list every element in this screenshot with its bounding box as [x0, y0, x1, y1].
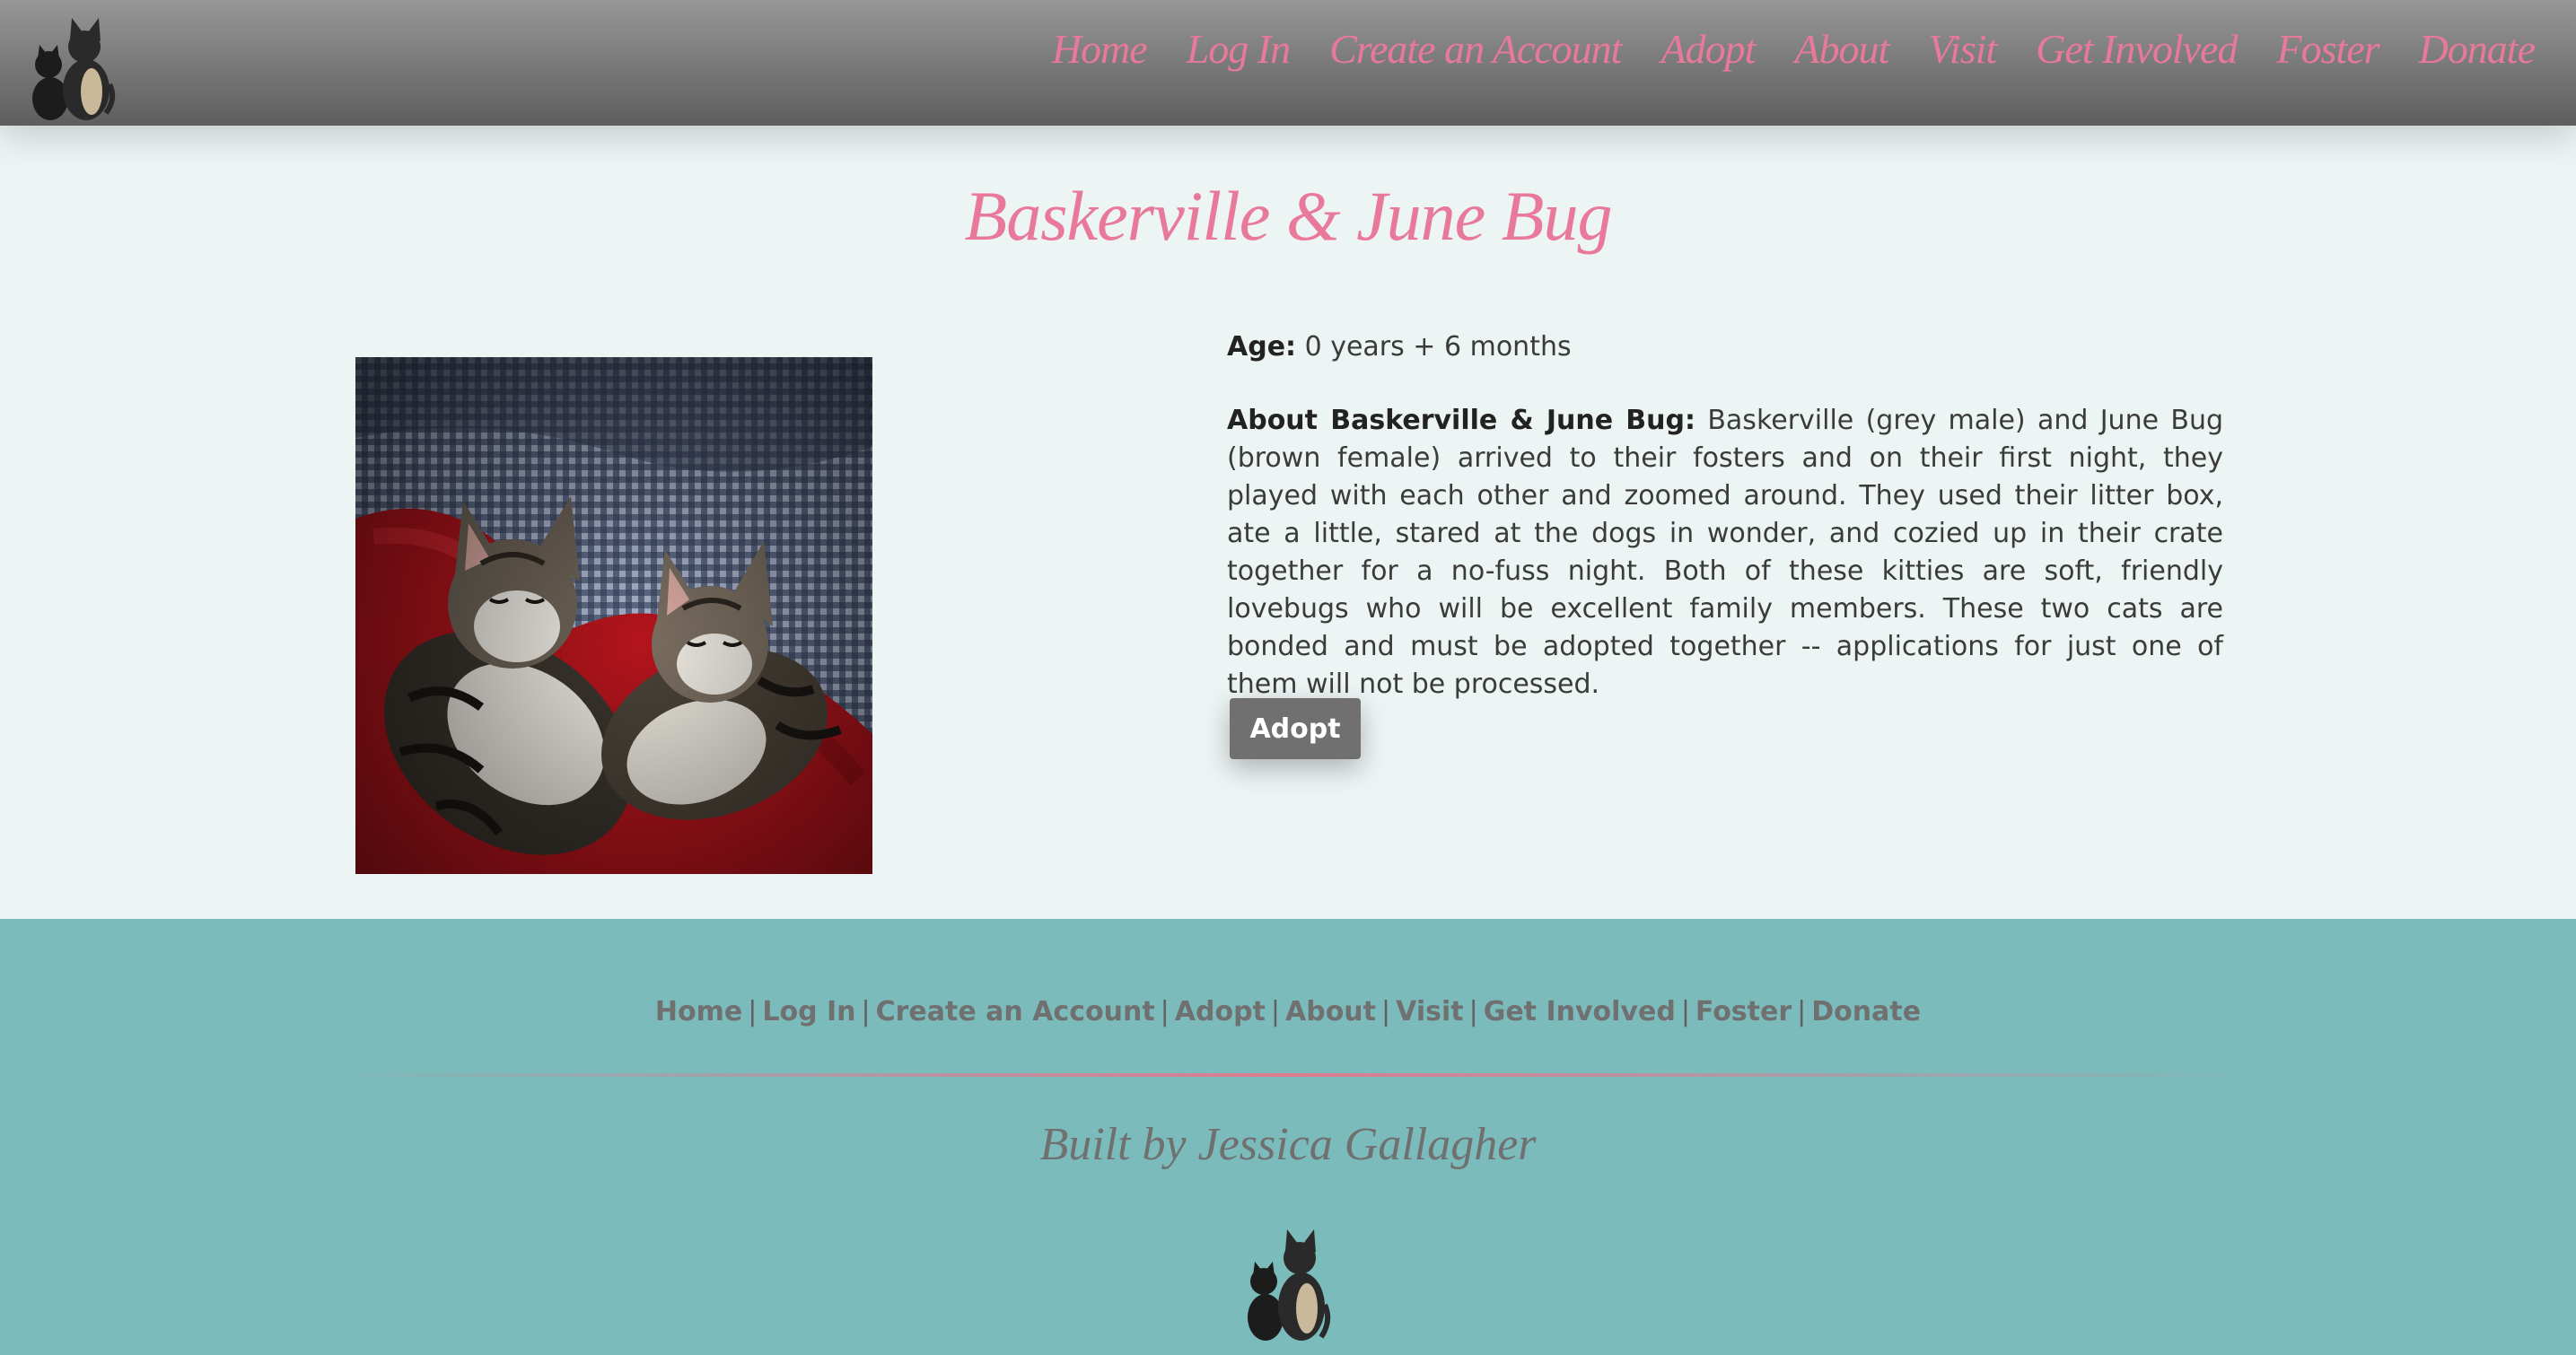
site-footer: Home | Log In | Create an Account | Adopt | Abou…: [0, 919, 2576, 1355]
nav-create-account-link[interactable]: Create an Account: [1329, 25, 1622, 73]
nav-get-involved-link[interactable]: Get Involved: [2036, 25, 2238, 73]
about-paragraph: About Baskerville & June Bug: Baskervill…: [1227, 402, 2223, 704]
nav-visit-link[interactable]: Visit: [1928, 25, 1997, 73]
pet-name-heading: Baskerville & June Bug: [964, 177, 1613, 255]
pet-photo: [355, 357, 872, 874]
footer-home-link[interactable]: Home: [655, 996, 742, 1027]
footer-get-involved-link[interactable]: Get Involved: [1484, 996, 1676, 1027]
pet-details: Age: 0 years + 6 months About Baskervill…: [1227, 328, 2223, 704]
nav-home-link[interactable]: Home: [1052, 25, 1148, 73]
footer-separator: |: [1680, 996, 1690, 1027]
age-value: 0 years + 6 months: [1304, 331, 1572, 363]
footer-adopt-link[interactable]: Adopt: [1175, 996, 1266, 1027]
cats-logo-icon[interactable]: [18, 5, 118, 122]
footer-create-account-link[interactable]: Create an Account: [876, 996, 1155, 1027]
footer-separator: |: [1160, 996, 1170, 1027]
footer-separator: |: [1468, 996, 1478, 1027]
nav-about-link[interactable]: About: [1794, 25, 1889, 73]
nav-login-link[interactable]: Log In: [1187, 25, 1291, 73]
nav-foster-link[interactable]: Foster: [2276, 25, 2379, 73]
footer-credit: Built by Jessica Gallagher: [1039, 1119, 1537, 1170]
age-line: Age: 0 years + 6 months: [1227, 328, 2223, 366]
nav-adopt-link[interactable]: Adopt: [1660, 25, 1756, 73]
nav-donate-link[interactable]: Donate: [2419, 25, 2536, 73]
adopt-button[interactable]: Adopt: [1230, 698, 1361, 759]
footer-divider: [323, 1073, 2253, 1077]
footer-separator: |: [861, 996, 871, 1027]
footer-separator: |: [1797, 996, 1807, 1027]
about-label: About Baskerville & June Bug:: [1227, 405, 1696, 436]
kittens-photo-illustration: [355, 357, 872, 874]
footer-separator: |: [1381, 996, 1391, 1027]
footer-donate-link[interactable]: Donate: [1811, 996, 1921, 1027]
footer-about-link[interactable]: About: [1285, 996, 1376, 1027]
cats-logo-icon: [1248, 1229, 1331, 1341]
about-text: Baskerville (grey male) and June Bug (br…: [1227, 405, 2223, 700]
footer-separator: |: [1270, 996, 1280, 1027]
age-label: Age:: [1227, 331, 1297, 363]
top-navbar: Home Log In Create an Account Adopt Abou…: [0, 0, 2576, 126]
footer-login-link[interactable]: Log In: [762, 996, 855, 1027]
main-nav: Home Log In Create an Account Adopt Abou…: [1052, 25, 2536, 73]
footer-nav: Home | Log In | Create an Account | Adopt | Abou…: [0, 996, 2576, 1027]
footer-visit-link[interactable]: Visit: [1396, 996, 1463, 1027]
footer-foster-link[interactable]: Foster: [1695, 996, 1792, 1027]
footer-separator: |: [748, 996, 758, 1027]
